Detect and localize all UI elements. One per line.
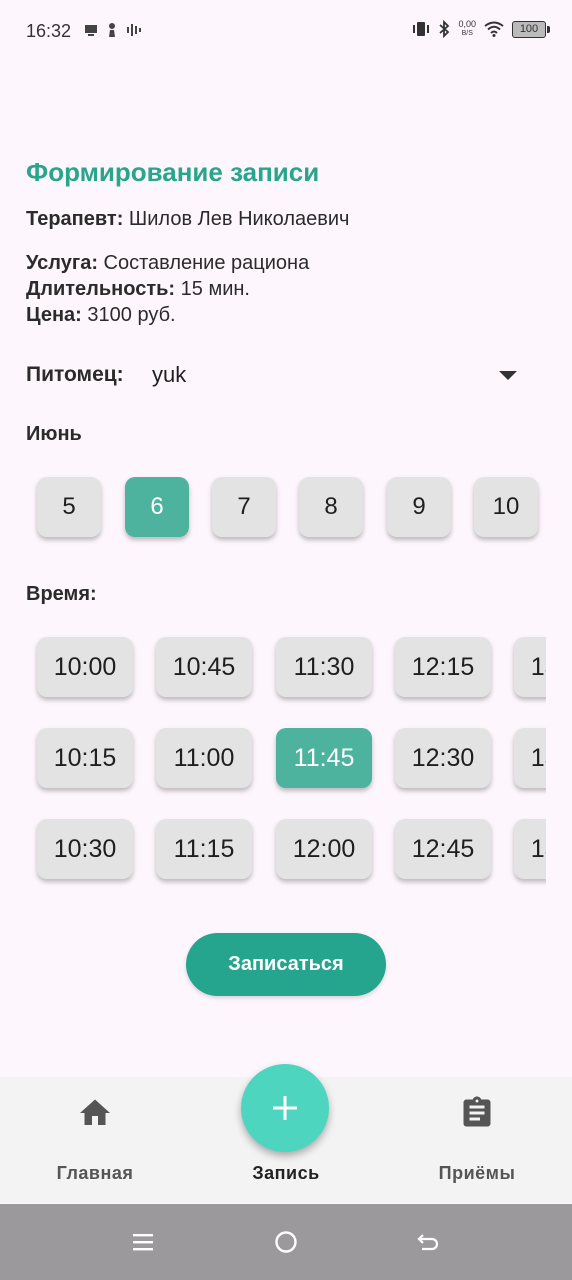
add-appointment-fab[interactable] xyxy=(241,1064,329,1152)
nav-appointments-label: Приёмы xyxy=(438,1163,516,1183)
pet-label: Питомец: xyxy=(26,363,124,386)
time-slot[interactable]: 12:15 xyxy=(395,637,491,697)
time-slot-selected[interactable]: 11:45 xyxy=(276,728,372,788)
system-navigation-bar xyxy=(0,1204,572,1280)
menu-icon xyxy=(133,1234,153,1251)
system-back-button[interactable] xyxy=(399,1204,459,1280)
time-slot[interactable]: 10:45 xyxy=(156,637,252,697)
nav-home[interactable]: Главная xyxy=(15,1095,175,1184)
wifi-icon xyxy=(484,21,504,37)
service-value: Составление рациона xyxy=(97,252,310,274)
pet-dropdown[interactable]: yuk xyxy=(140,352,530,398)
status-system-icons: 0,00 B/S 100 xyxy=(412,20,550,38)
status-time: 16:32 xyxy=(26,21,72,41)
service-info: Услуга: Составление рациона xyxy=(26,252,309,275)
nav-add-label: Запись xyxy=(252,1163,320,1183)
circle-home-icon xyxy=(275,1231,297,1253)
time-label: Время: xyxy=(26,583,97,605)
day-button[interactable]: 8 xyxy=(299,477,363,537)
net-speed-unit: B/S xyxy=(461,30,473,37)
pet-dropdown-value: yuk xyxy=(152,362,187,387)
page-title: Формирование записи xyxy=(26,157,320,187)
time-slot[interactable]: 10:00 xyxy=(37,637,133,697)
therapist-info: Терапевт: Шилов Лев Николаевич xyxy=(26,208,349,231)
chess-pawn-icon xyxy=(109,23,115,37)
price-info: Цена: 3100 руб. xyxy=(26,304,176,327)
day-button[interactable]: 5 xyxy=(37,477,101,537)
time-slot[interactable]: 11:00 xyxy=(156,728,252,788)
vibrate-icon xyxy=(413,22,430,36)
time-slot[interactable]: 11:15 xyxy=(156,819,252,879)
dropdown-arrow-icon xyxy=(499,371,517,380)
time-slot-grid[interactable]: 10:00 10:15 10:30 10:45 11:00 11:15 11:3… xyxy=(0,620,546,900)
clipboard-icon xyxy=(463,1096,491,1127)
price-label: Цена: xyxy=(26,304,82,326)
price-value: 3100 руб. xyxy=(81,304,176,326)
time-slot[interactable]: 12:30 xyxy=(395,728,491,788)
day-button[interactable]: 10 xyxy=(474,477,538,537)
bluetooth-icon xyxy=(439,20,450,38)
plus-icon xyxy=(273,1096,297,1120)
soundwave-icon xyxy=(127,24,141,36)
duration-label: Длительность: xyxy=(26,278,176,300)
time-slot[interactable]: 11:30 xyxy=(276,637,372,697)
day-button-selected[interactable]: 6 xyxy=(125,477,189,537)
duration-info: Длительность: 15 мин. xyxy=(26,278,250,301)
day-button[interactable]: 9 xyxy=(387,477,451,537)
time-slot[interactable]: 13:15 xyxy=(514,728,546,788)
time-slot[interactable]: 10:30 xyxy=(37,819,133,879)
back-icon xyxy=(417,1234,439,1251)
therapist-value: Шилов Лев Николаевич xyxy=(123,208,350,230)
book-button[interactable]: Записаться xyxy=(186,933,386,996)
nav-appointments[interactable]: Приёмы xyxy=(397,1095,557,1184)
therapist-label: Терапевт: xyxy=(26,208,124,230)
system-home-button[interactable] xyxy=(256,1204,316,1280)
battery-indicator: 100 xyxy=(512,20,550,38)
duration-value: 15 мин. xyxy=(175,278,250,300)
system-menu-button[interactable] xyxy=(113,1204,173,1280)
time-slot[interactable]: 13:30 xyxy=(514,819,546,879)
day-button[interactable]: 7 xyxy=(212,477,276,537)
time-slot[interactable]: 12:45 xyxy=(395,819,491,879)
home-icon xyxy=(80,1099,110,1125)
time-slot[interactable]: 10:15 xyxy=(37,728,133,788)
nav-home-label: Главная xyxy=(56,1163,134,1183)
status-notification-icons xyxy=(84,22,142,38)
net-speed: 0,00 B/S xyxy=(458,20,476,38)
time-slot[interactable]: 13:00 xyxy=(514,637,546,697)
month-label: Июнь xyxy=(26,423,82,445)
screen-icon xyxy=(85,25,97,36)
service-label: Услуга: xyxy=(26,252,98,274)
net-speed-value: 0,00 xyxy=(458,19,476,29)
time-slot[interactable]: 12:00 xyxy=(276,819,372,879)
